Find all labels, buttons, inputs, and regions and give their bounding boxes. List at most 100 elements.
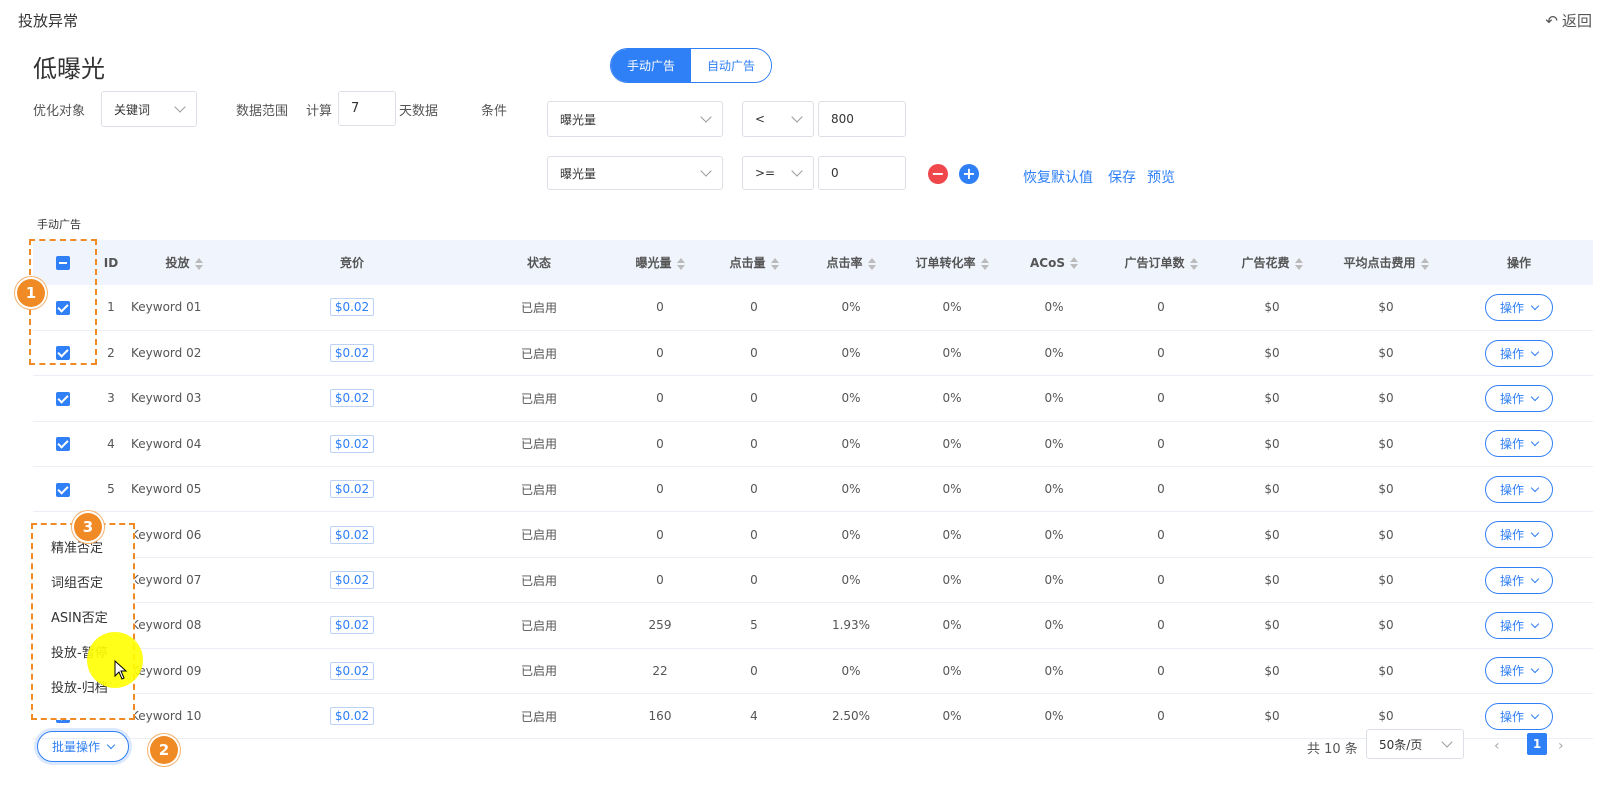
row-clicks: 0 [750,663,758,678]
row-impressions: 160 [648,709,672,724]
row-action-button[interactable]: 操作 [1484,657,1553,685]
row-cpc: $0 [1378,436,1394,451]
chevron-left-icon: ‹ [1494,738,1500,754]
col-acos[interactable]: ACoS [1003,240,1105,285]
back-link[interactable]: ↶ 返回 [1545,10,1592,31]
col-impressions[interactable]: 曝光量 [613,240,707,285]
row-cvr: 0% [942,573,962,588]
row-status: 已启用 [520,346,557,361]
optimize-object-value: 关键词 [114,102,151,117]
row-action: 操作 [1445,421,1593,466]
row-impressions: 22 [652,663,668,678]
prev-page-button[interactable]: ‹ [1494,738,1500,754]
row-cvr: 0% [942,346,962,361]
page-size-select[interactable]: 50条/页 [1366,729,1464,759]
row-clicks: 0 [750,436,758,451]
row-action-button[interactable]: 操作 [1484,611,1553,639]
row-acos: 0% [1044,482,1064,497]
preview-link[interactable]: 预览 [1147,167,1175,187]
col-cpc[interactable]: 平均点击费用 [1327,240,1445,285]
col-cvr[interactable]: 订单转化率 [901,240,1003,285]
col-orders[interactable]: 广告订单数 [1105,240,1217,285]
table-row: 8Keyword 08$0.02已启用25951.93%0%0%0$0$0操作 [33,603,1593,649]
row-action-button[interactable]: 操作 [1484,339,1553,367]
bid-value[interactable]: $0.02 [329,480,375,499]
row-clicks: 0 [750,300,758,315]
chevron-down-icon [700,165,712,177]
condition-metric-value: 曝光量 [560,112,597,127]
bid-value[interactable]: $0.02 [329,525,375,544]
col-ctr[interactable]: 点击率 [801,240,901,285]
row-spend: $0 [1264,436,1280,451]
row-orders: 0 [1157,436,1165,451]
row-id: 2 [107,346,115,361]
row-impressions: 259 [648,618,672,633]
row-action-button[interactable]: 操作 [1484,566,1553,594]
page-title: 低曝光 [33,55,105,83]
chevron-down-icon [106,740,116,750]
row-spend: $0 [1264,482,1280,497]
condition-metric-select[interactable]: 曝光量 [547,156,723,190]
add-condition-button[interactable]: + [959,164,979,184]
restore-defaults-link[interactable]: 恢复默认值 [1023,167,1093,187]
row-ctr: 0% [841,663,861,678]
tab-manual-ad[interactable]: 手动广告 [611,49,691,82]
bid-value[interactable]: $0.02 [329,707,375,726]
remove-condition-button[interactable]: − [928,164,948,184]
tab-auto-ad[interactable]: 自动广告 [691,49,771,82]
chevron-down-icon [1530,574,1540,583]
row-status: 已启用 [520,528,557,543]
batch-action-button[interactable]: 批量操作 [37,731,130,762]
col-id: ID [103,255,119,270]
bid-value[interactable]: $0.02 [329,434,375,453]
calc-label: 计算 [306,104,333,119]
row-ctr: 0% [841,573,861,588]
bid-value[interactable]: $0.02 [329,616,375,635]
plus-icon: + [962,164,976,183]
row-impressions: 0 [656,436,664,451]
row-checkbox[interactable] [56,482,70,497]
row-checkbox[interactable] [56,391,70,406]
row-action-button[interactable]: 操作 [1484,702,1553,730]
row-acos: 0% [1044,300,1064,315]
condition-metric-select[interactable]: 曝光量 [547,101,723,137]
bid-value[interactable]: $0.02 [329,344,375,363]
bid-value[interactable]: $0.02 [329,298,375,317]
row-checkbox[interactable] [56,437,70,452]
row-id: 1 [107,300,115,315]
col-spend[interactable]: 广告花费 [1217,240,1327,285]
row-action-button[interactable]: 操作 [1484,293,1553,321]
row-spend: $0 [1264,663,1280,678]
bid-value[interactable]: $0.02 [329,661,375,680]
optimize-object-select[interactable]: 关键词 [101,91,197,127]
condition-value-input[interactable]: 800 [818,101,906,137]
row-ctr: 0% [841,527,861,542]
col-target[interactable]: 投放 [129,240,239,285]
bid-value[interactable]: $0.02 [329,571,375,590]
mouse-pointer-icon [114,659,128,684]
row-cvr: 0% [942,527,962,542]
days-input[interactable]: 7 [338,91,396,126]
condition-value-input[interactable]: 0 [818,156,906,190]
row-action: 操作 [1445,557,1593,602]
chevron-down-icon [791,111,803,123]
row-cvr: 0% [942,618,962,633]
save-link[interactable]: 保存 [1108,167,1136,187]
next-page-button[interactable]: › [1558,738,1564,754]
row-cpc: $0 [1378,346,1394,361]
row-action-button[interactable]: 操作 [1484,384,1553,412]
row-clicks: 4 [750,709,758,724]
condition-operator-select[interactable]: >= [742,156,814,190]
row-action-button[interactable]: 操作 [1484,475,1553,503]
row-ctr: 0% [841,391,861,406]
row-action-button[interactable]: 操作 [1484,521,1553,549]
condition-operator-select[interactable]: < [742,101,814,137]
col-clicks[interactable]: 点击量 [707,240,801,285]
page-1-button[interactable]: 1 [1527,733,1547,755]
bid-value[interactable]: $0.02 [329,389,375,408]
row-action-button[interactable]: 操作 [1484,430,1553,458]
row-spend: $0 [1264,618,1280,633]
chevron-down-icon [791,165,803,177]
back-label: 返回 [1561,12,1592,30]
chevron-down-icon [700,111,712,123]
